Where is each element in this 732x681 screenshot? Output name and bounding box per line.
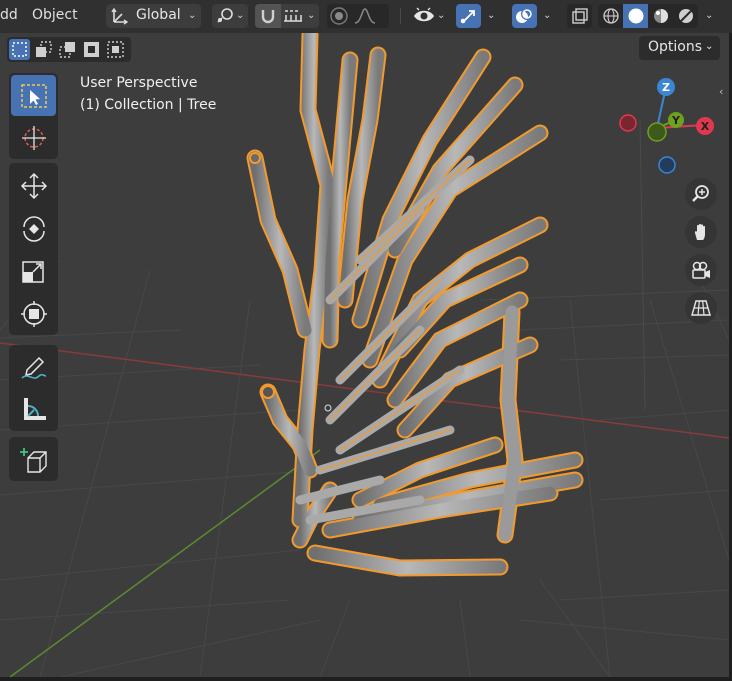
measure-tool[interactable] bbox=[11, 389, 56, 430]
options-label: Options bbox=[648, 39, 703, 55]
wireframe-shading-button[interactable] bbox=[598, 4, 623, 28]
tree-object[interactable] bbox=[246, 33, 584, 577]
material-preview-button[interactable] bbox=[648, 4, 673, 28]
select-new-icon bbox=[12, 42, 27, 57]
transform-orientation-dropdown[interactable]: Global ⌄ bbox=[106, 4, 201, 28]
transform-orientation-label: Global bbox=[136, 7, 181, 23]
solid-shading-button[interactable] bbox=[623, 4, 648, 28]
perspective-grid-icon bbox=[691, 300, 711, 316]
select-invert-icon bbox=[84, 42, 99, 57]
zoom-magnifier-icon bbox=[692, 185, 709, 202]
proportional-edit-icon[interactable] bbox=[329, 6, 349, 26]
pivot-point-dropdown[interactable]: ⌄ bbox=[212, 4, 248, 28]
transform-tools-group bbox=[9, 163, 58, 335]
cursor-tool[interactable] bbox=[11, 117, 56, 158]
transform-tool[interactable] bbox=[11, 293, 56, 334]
select-extend-button[interactable] bbox=[33, 39, 54, 60]
3d-viewport[interactable]: User Perspective (1) Collection | Tree O… bbox=[0, 33, 729, 677]
pan-button[interactable] bbox=[685, 216, 717, 248]
viewport-border-bottom bbox=[0, 677, 732, 681]
select-intersect-icon bbox=[107, 41, 124, 58]
scale-icon bbox=[22, 261, 44, 283]
overlays-icon bbox=[516, 8, 533, 23]
wireframe-sphere-icon bbox=[603, 8, 619, 24]
perspective-toggle-button[interactable] bbox=[685, 292, 717, 324]
hand-icon bbox=[694, 223, 705, 240]
overlays-dropdown-chevron-icon[interactable]: ⌄ bbox=[543, 10, 551, 21]
move-arrows-icon bbox=[20, 172, 48, 200]
eye-icon bbox=[414, 7, 434, 22]
shading-dropdown-chevron-icon[interactable]: ⌄ bbox=[705, 10, 713, 21]
rendered-shading-button[interactable] bbox=[673, 4, 698, 28]
select-invert-button[interactable] bbox=[81, 39, 102, 60]
camera-icon bbox=[692, 261, 710, 279]
xray-toggle[interactable] bbox=[567, 4, 592, 28]
y-axis-label: Y bbox=[671, 114, 681, 127]
negative-z-axis-icon[interactable] bbox=[658, 156, 676, 174]
viewport-header: dd Object Global ⌄ ⌄ ⌄ ⌄ ⌄ ⌄ ⌄ bbox=[0, 0, 732, 33]
chevron-down-icon: ⌄ bbox=[188, 10, 197, 21]
options-dropdown[interactable]: Options ⌄ bbox=[639, 36, 720, 60]
chevron-down-icon: ⌄ bbox=[236, 10, 245, 21]
snap-toggle[interactable] bbox=[255, 4, 281, 28]
annotate-tool[interactable] bbox=[11, 347, 56, 388]
add-tools-group bbox=[9, 437, 58, 481]
material-sphere-icon bbox=[654, 9, 668, 23]
falloff-curve-icon[interactable] bbox=[354, 7, 376, 25]
select-box-icon bbox=[21, 84, 47, 108]
pencil-icon bbox=[21, 356, 47, 379]
magnet-icon bbox=[261, 10, 275, 24]
separator bbox=[400, 8, 401, 24]
annotate-tools-group bbox=[9, 345, 58, 431]
chevron-down-icon: ⌄ bbox=[307, 10, 316, 21]
shading-mode-group bbox=[598, 4, 698, 28]
selectability-visibility-dropdown[interactable]: ⌄ bbox=[411, 4, 449, 28]
navigation-gizmo[interactable]: Y Z X bbox=[610, 75, 729, 185]
xray-icon bbox=[572, 8, 588, 24]
select-intersect-button[interactable] bbox=[105, 39, 126, 60]
rotate-icon bbox=[23, 216, 45, 242]
chevron-down-icon: ⌄ bbox=[437, 10, 446, 21]
orientation-axes-icon bbox=[111, 7, 129, 25]
transform-icon bbox=[21, 301, 47, 327]
add-cube-tool[interactable] bbox=[11, 439, 56, 480]
cursor-crosshair-icon bbox=[22, 126, 46, 150]
negative-y-axis-icon[interactable] bbox=[647, 122, 667, 142]
pivot-link-icon bbox=[217, 8, 233, 23]
select-subtract-button[interactable] bbox=[57, 39, 78, 60]
select-subtract-icon bbox=[59, 42, 75, 58]
select-tools-group bbox=[9, 73, 58, 159]
gizmo-toggle[interactable] bbox=[456, 4, 481, 28]
select-new-button[interactable] bbox=[9, 39, 30, 60]
zoom-button[interactable] bbox=[685, 178, 717, 210]
view-perspective-label: User Perspective bbox=[80, 75, 198, 91]
select-mode-bar bbox=[7, 37, 131, 62]
origin-point bbox=[324, 404, 332, 412]
z-axis-label: Z bbox=[662, 81, 670, 94]
proportional-editing-group bbox=[327, 4, 389, 28]
camera-view-button[interactable] bbox=[685, 254, 717, 286]
chevron-down-icon: ⌄ bbox=[705, 41, 714, 52]
rendered-sphere-icon bbox=[679, 9, 693, 23]
rotate-tool[interactable] bbox=[11, 208, 56, 249]
overlays-toggle[interactable] bbox=[512, 4, 537, 28]
negative-x-axis-icon[interactable] bbox=[619, 114, 637, 132]
snap-increment-icon[interactable] bbox=[282, 7, 304, 25]
scale-tool[interactable] bbox=[11, 251, 56, 292]
gizmo-arrows-icon bbox=[460, 10, 475, 24]
y-axis-line bbox=[9, 449, 321, 677]
add-menu[interactable]: dd bbox=[0, 7, 18, 23]
select-box-tool[interactable] bbox=[11, 75, 56, 116]
move-tool[interactable] bbox=[11, 165, 56, 206]
ruler-icon bbox=[24, 398, 46, 420]
solid-sphere-icon bbox=[628, 8, 644, 24]
active-collection-label: (1) Collection | Tree bbox=[80, 97, 217, 113]
object-menu[interactable]: Object bbox=[32, 7, 78, 23]
x-axis-label: X bbox=[701, 120, 710, 133]
gizmo-dropdown-chevron-icon[interactable]: ⌄ bbox=[487, 10, 495, 21]
snapping-group: ⌄ bbox=[255, 4, 319, 28]
add-cube-icon bbox=[20, 448, 47, 473]
select-extend-icon bbox=[36, 41, 52, 57]
